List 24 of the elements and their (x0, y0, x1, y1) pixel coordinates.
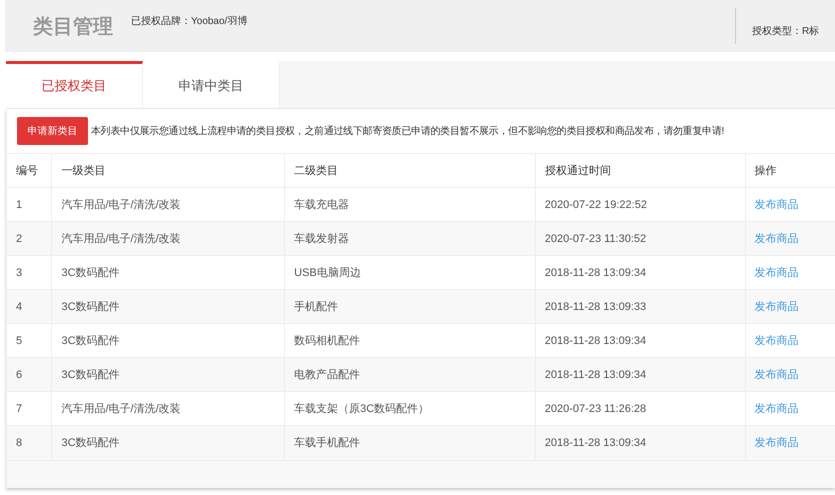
column-header: 编号 (7, 154, 52, 188)
publish-link[interactable]: 发布商品 (754, 233, 799, 245)
publish-link[interactable]: 发布商品 (754, 437, 799, 450)
table-cell: 4 (7, 290, 52, 324)
table-cell: 7 (7, 392, 52, 426)
apply-button[interactable]: 申请新类目 (17, 117, 88, 145)
publish-link[interactable]: 发布商品 (754, 301, 799, 313)
auth-type-text: 授权类型：R标 (752, 24, 820, 38)
brand-text: 已授权品牌：Yoobao/羽博 (131, 14, 248, 28)
table-cell: 3 (7, 256, 52, 290)
notice-text: 本列表中仅展示您通过线上流程申请的类目授权，之前通过线下邮寄资质已申请的类目暂不展示，但不影响您的类目授权和商品发布，请勿重复申请! (91, 124, 724, 138)
publish-link[interactable]: 发布商品 (754, 369, 799, 381)
tab[interactable]: 已授权类目 (6, 61, 143, 108)
table-cell: 2 (7, 222, 52, 256)
table-cell: 5 (7, 324, 52, 358)
table-cell: 1 (7, 188, 52, 222)
tab[interactable]: 申请中类目 (143, 61, 280, 108)
table-cell: 6 (7, 358, 52, 392)
page-title: 类目管理 (33, 14, 113, 40)
publish-link[interactable]: 发布商品 (754, 335, 799, 347)
table-cell: 8 (7, 426, 52, 460)
publish-link[interactable]: 发布商品 (754, 267, 799, 279)
publish-link[interactable]: 发布商品 (754, 403, 799, 415)
publish-link[interactable]: 发布商品 (754, 199, 799, 211)
